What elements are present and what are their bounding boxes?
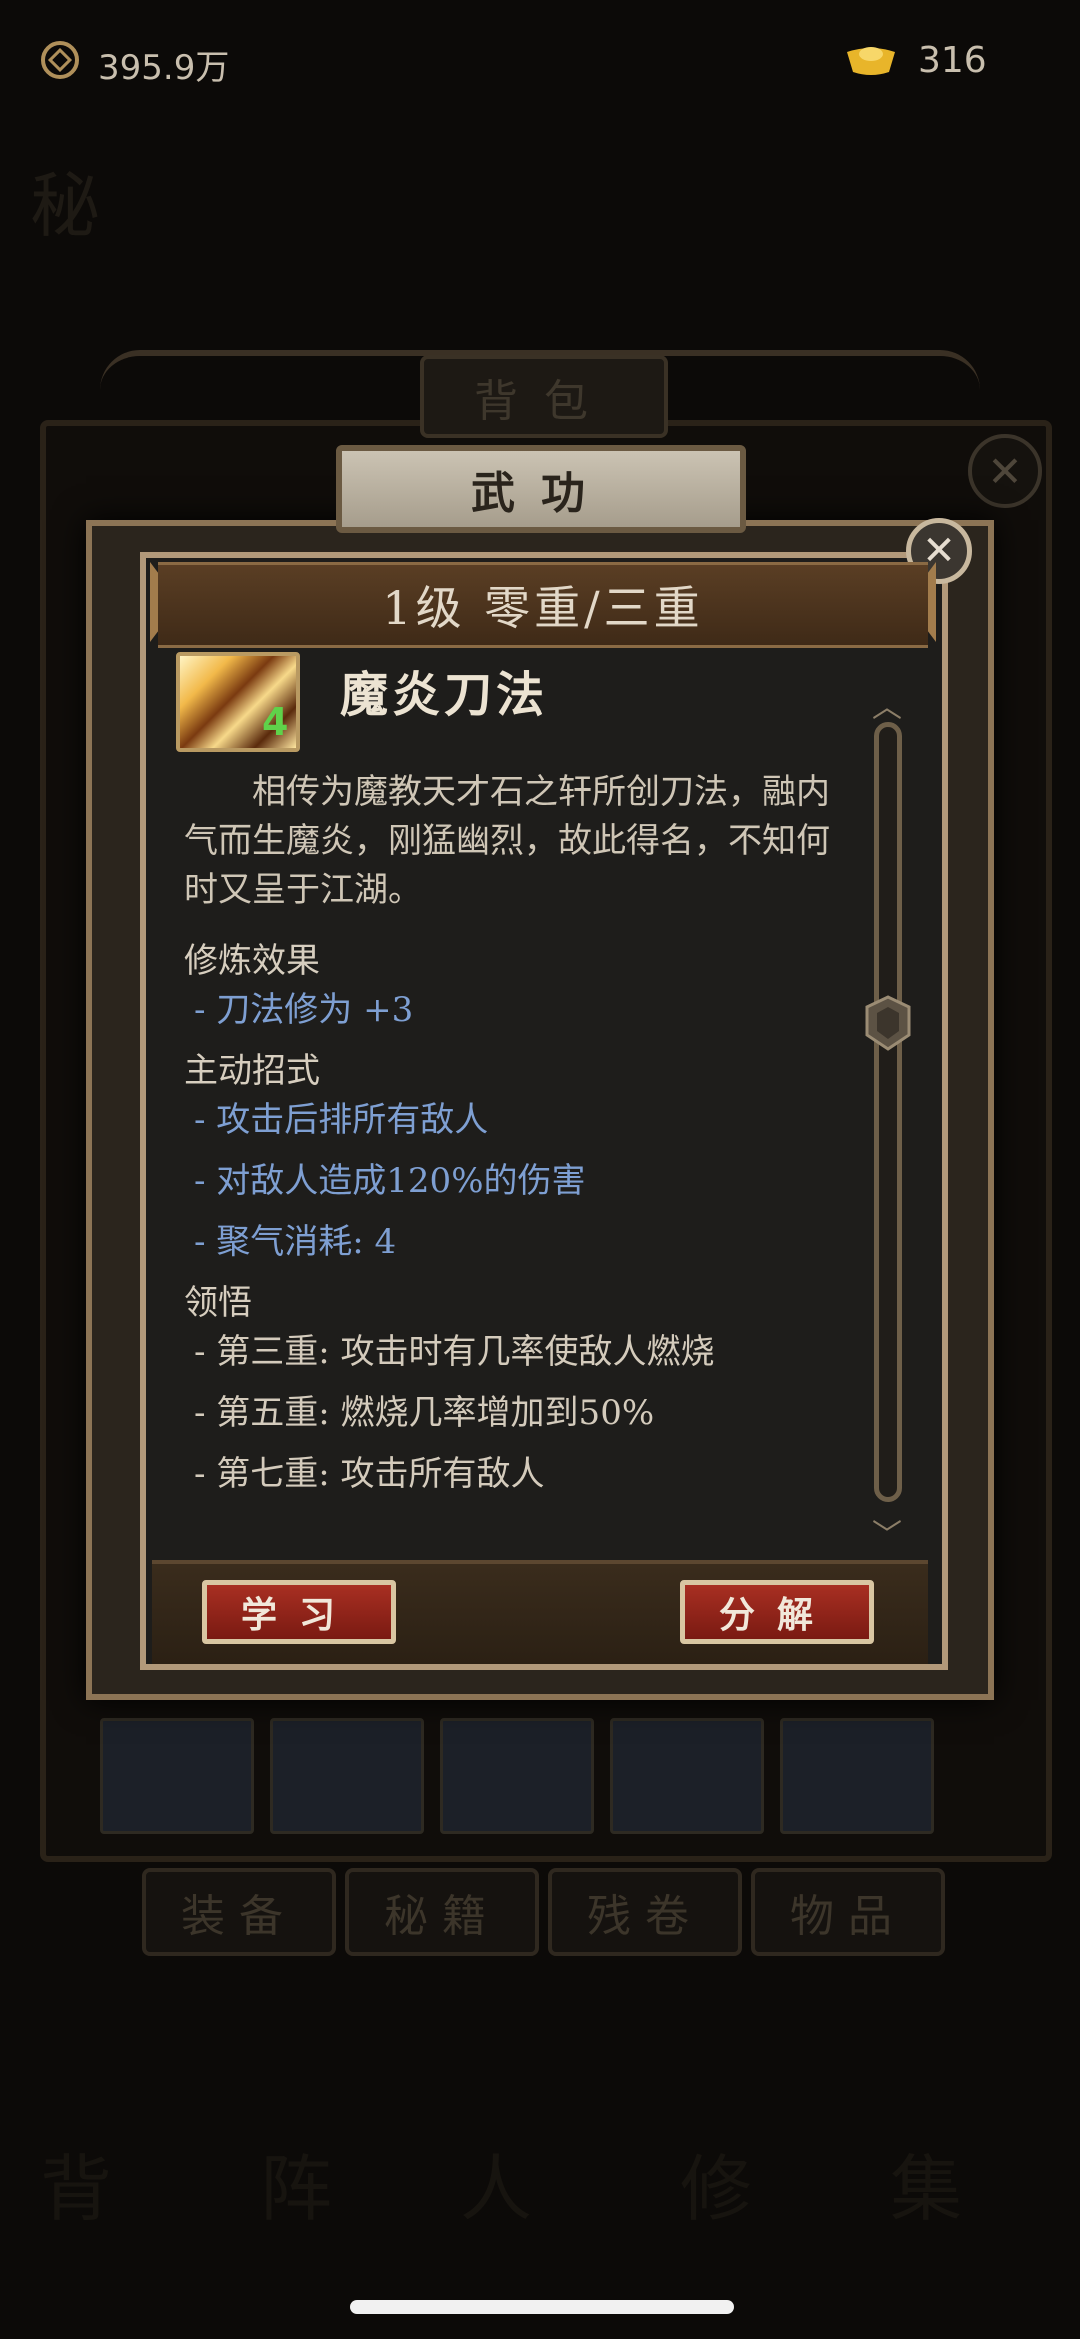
section-item: - 第五重: 燃烧几率增加到50%: [194, 1393, 655, 1433]
background-nav-ghost: 集: [890, 2147, 963, 2231]
section-item: - 对敌人造成120%的伤害: [194, 1161, 586, 1201]
scrollbar-track[interactable]: [874, 722, 902, 1502]
background-nav-ghost: 修: [680, 2147, 753, 2231]
dialog-header-tab: 武功: [336, 445, 746, 533]
background-item-slot: [440, 1718, 594, 1834]
background-tab-bag: 背包: [420, 355, 668, 438]
background-close-icon: ✕: [968, 434, 1042, 508]
level-banner: 1级 零重/三重: [158, 562, 928, 648]
background-nav-ghost: 阵: [260, 2147, 333, 2231]
skill-name: 魔炎刀法: [340, 667, 549, 723]
section-title: 主动招式: [184, 1051, 320, 1091]
coin-amount: 395.9万: [98, 48, 230, 88]
background-item-slot: [270, 1718, 424, 1834]
background-tab-fragments: 残卷: [548, 1868, 742, 1956]
background-tab-equipment: 装备: [142, 1868, 336, 1956]
ingot-amount: 316: [918, 40, 987, 81]
background-item-slot: [100, 1718, 254, 1834]
skill-description: 相传为魔教天才石之轩所创刀法，融内气而生魔炎，刚猛幽烈，故此得名，不知何时又呈于…: [184, 772, 830, 910]
section-item: - 第三重: 攻击时有几率使敌人燃烧: [194, 1332, 715, 1372]
learn-button[interactable]: 学习: [202, 1580, 396, 1644]
status-bar: 395.9万 316: [0, 0, 1080, 130]
background-item-slot: [780, 1718, 934, 1834]
background-tab-items: 物品: [751, 1868, 945, 1956]
section-item: - 攻击后排所有敌人: [194, 1100, 489, 1140]
section-item: - 第七重: 攻击所有敌人: [194, 1454, 545, 1494]
decompose-button[interactable]: 分解: [680, 1580, 874, 1644]
home-indicator[interactable]: [350, 2300, 734, 2314]
scroll-down-icon[interactable]: ﹀: [872, 1510, 902, 1554]
background-item-slot: [610, 1718, 764, 1834]
section-item: - 刀法修为 +3: [194, 990, 414, 1030]
background-nav-ghost: 背: [40, 2147, 113, 2231]
skill-icon-badge: 4: [262, 700, 289, 744]
section-title: 修炼效果: [184, 941, 320, 981]
background-title-ghost: 秘: [30, 165, 100, 247]
section-title: 领悟: [184, 1283, 252, 1323]
coin-icon: [41, 41, 79, 79]
background-nav-ghost: 人: [460, 2147, 533, 2231]
ingot-icon: [847, 47, 895, 75]
section-item: - 聚气消耗: 4: [194, 1222, 397, 1262]
background-tab-manuals: 秘籍: [345, 1868, 539, 1956]
skill-details: 相传为魔教天才石之轩所创刀法，融内气而生魔炎，刚猛幽烈，故此得名，不知何时又呈于…: [184, 768, 844, 1511]
scroll-thumb-icon[interactable]: [865, 995, 911, 1051]
scroll-up-icon[interactable]: ︿: [872, 682, 902, 726]
